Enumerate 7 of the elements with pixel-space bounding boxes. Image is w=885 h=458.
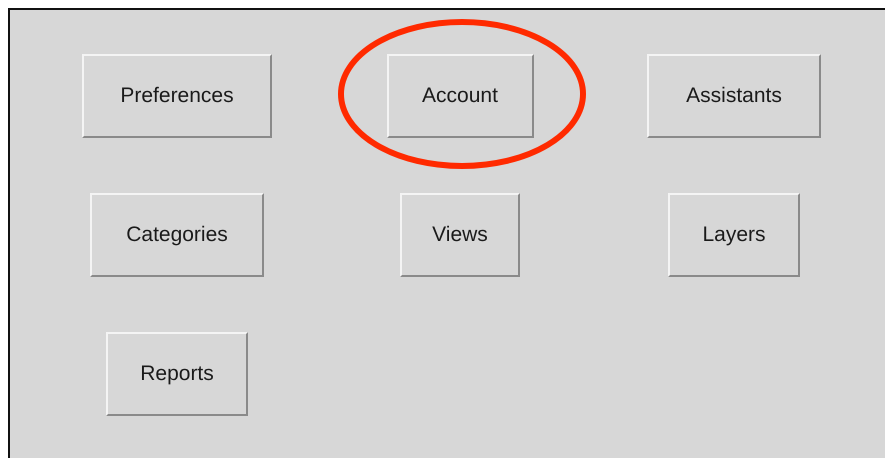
menu-button[interactable]: Layers (668, 193, 800, 277)
menu-button[interactable]: Assistants (647, 54, 821, 138)
menu-button[interactable]: Views (400, 193, 520, 277)
menu-button[interactable]: Preferences (82, 54, 272, 138)
menu-button[interactable]: Account (386, 54, 534, 138)
menu-button[interactable]: Categories (90, 193, 264, 277)
menu-button[interactable]: Reports (106, 332, 248, 416)
